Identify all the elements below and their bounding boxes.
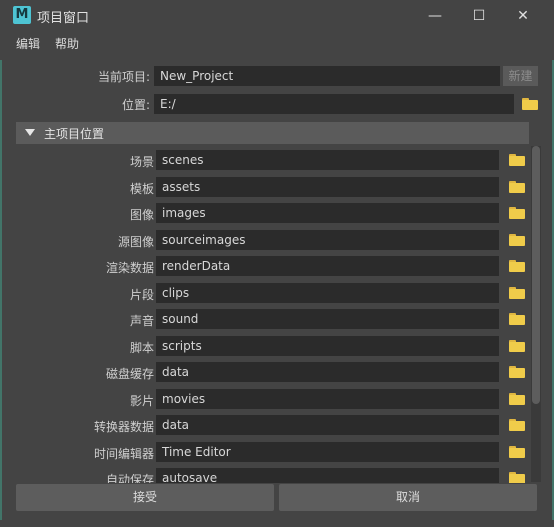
row-field[interactable]: images <box>156 203 499 223</box>
section-title: 主项目位置 <box>44 127 105 141</box>
location-label: 位置: <box>121 98 150 112</box>
current-project-label: 当前项目: <box>97 70 150 84</box>
row-label: 场景 <box>129 155 154 169</box>
list-item: 时间编辑器 Time Editor <box>16 441 529 468</box>
row-field[interactable]: scenes <box>156 150 499 170</box>
row-label: 影片 <box>129 393 154 408</box>
list-item: 转换器数据 data <box>16 415 529 441</box>
row-label: 自动保存 <box>105 473 154 483</box>
expand-arrow-icon <box>25 129 35 136</box>
row-label: 片段 <box>129 287 154 302</box>
row-field[interactable]: sourceimages <box>156 229 499 250</box>
section-header-main-locations[interactable]: 主项目位置 <box>16 122 529 144</box>
folder-icon[interactable] <box>509 180 525 193</box>
row-label: 时间编辑器 <box>93 446 154 461</box>
row-label: 渲染数据 <box>105 261 154 275</box>
row-field[interactable]: scripts <box>156 335 499 356</box>
location-field[interactable]: E:/ <box>154 94 514 114</box>
row-field[interactable]: renderData <box>156 256 499 276</box>
row-field[interactable]: assets <box>156 176 499 197</box>
maximize-button[interactable]: ☐ <box>461 3 497 29</box>
cancel-button[interactable]: 取消 <box>279 484 537 511</box>
list-item: 源图像 sourceimages <box>16 229 529 256</box>
folder-icon[interactable] <box>509 419 525 431</box>
row-field[interactable]: movies <box>156 388 499 409</box>
row-field[interactable]: data <box>156 362 499 382</box>
list-item: 图像 images <box>16 203 529 229</box>
project-window: M 项目窗口 — ☐ ✕ 编辑 帮助 当前项目: New_Project 新建 … <box>0 0 554 527</box>
project-locations-list: 场景 scenes 模板 assets 图像 images 源图像 source… <box>16 145 529 483</box>
row-label: 图像 <box>129 208 154 222</box>
row-field[interactable]: Time Editor <box>156 441 499 462</box>
viewport-edge <box>0 60 2 520</box>
folder-icon[interactable] <box>509 445 525 458</box>
list-item: 片段 clips <box>16 282 529 309</box>
list-item: 场景 scenes <box>16 150 529 176</box>
app-icon: M <box>13 6 31 24</box>
row-label: 声音 <box>129 314 154 328</box>
menu-help[interactable]: 帮助 <box>55 35 79 52</box>
scrollbar-thumb[interactable] <box>532 146 540 404</box>
minimize-button[interactable]: — <box>417 3 453 29</box>
list-item: 渲染数据 renderData <box>16 256 529 282</box>
list-item: 自动保存 autosave <box>16 468 529 483</box>
folder-icon[interactable] <box>509 339 525 352</box>
current-project-field[interactable]: New_Project <box>154 66 500 86</box>
folder-icon[interactable] <box>509 260 525 272</box>
row-field[interactable]: clips <box>156 282 499 303</box>
row-field[interactable]: autosave <box>156 468 499 483</box>
new-project-button[interactable]: 新建 <box>503 66 538 86</box>
menu-edit[interactable]: 编辑 <box>16 35 40 52</box>
folder-icon[interactable] <box>509 366 525 378</box>
row-field[interactable]: sound <box>156 309 499 329</box>
close-button[interactable]: ✕ <box>505 3 541 29</box>
folder-icon[interactable] <box>509 286 525 299</box>
list-item: 脚本 scripts <box>16 335 529 362</box>
list-item: 磁盘缓存 data <box>16 362 529 388</box>
folder-icon[interactable] <box>509 392 525 405</box>
folder-icon[interactable] <box>522 98 538 110</box>
folder-icon[interactable] <box>509 233 525 246</box>
folder-icon[interactable] <box>509 472 525 483</box>
row-label: 模板 <box>129 181 154 196</box>
title-bar[interactable]: M 项目窗口 — ☐ ✕ <box>0 0 554 31</box>
accept-button[interactable]: 接受 <box>16 484 274 511</box>
folder-icon[interactable] <box>509 313 525 325</box>
vertical-scrollbar[interactable] <box>531 146 541 482</box>
row-label: 磁盘缓存 <box>105 367 154 381</box>
list-item: 声音 sound <box>16 309 529 335</box>
list-item: 影片 movies <box>16 388 529 415</box>
window-title: 项目窗口 <box>37 11 90 26</box>
folder-icon[interactable] <box>509 207 525 219</box>
folder-icon[interactable] <box>509 154 525 166</box>
row-label: 源图像 <box>117 234 154 249</box>
row-field[interactable]: data <box>156 415 499 435</box>
list-item: 模板 assets <box>16 176 529 203</box>
row-label: 脚本 <box>129 340 154 355</box>
row-label: 转换器数据 <box>93 420 154 434</box>
